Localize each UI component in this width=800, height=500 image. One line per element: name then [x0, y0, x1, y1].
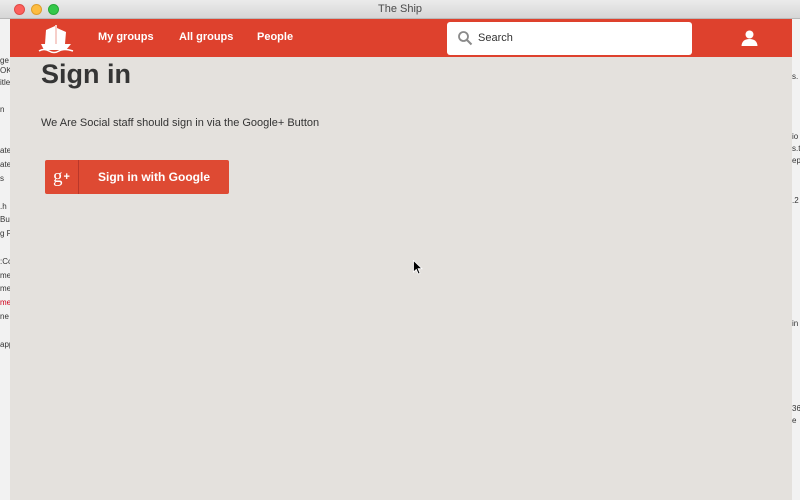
user-profile-icon[interactable]: [741, 30, 758, 46]
search-box[interactable]: [447, 22, 692, 55]
search-icon: [458, 31, 473, 46]
nav-people[interactable]: People: [257, 31, 293, 43]
bg-text: n: [0, 105, 5, 114]
bg-text: ne: [0, 312, 9, 321]
google-plus-sign: +: [63, 171, 70, 183]
bg-text: ge: [0, 56, 9, 65]
bg-text: s: [0, 174, 4, 183]
bg-text: s.: [792, 72, 799, 81]
bg-text: 36: [792, 404, 800, 413]
search-input[interactable]: [478, 30, 678, 46]
nav-all-groups[interactable]: All groups: [179, 31, 233, 43]
ship-logo-icon[interactable]: [38, 24, 74, 54]
google-plus-letter: g: [53, 166, 63, 187]
bg-text: .2: [792, 196, 799, 205]
bg-text: e: [792, 416, 797, 425]
window-title: The Ship: [377, 3, 423, 15]
bg-text: in: [792, 319, 799, 328]
sign-in-with-google-label: Sign in with Google: [98, 170, 210, 184]
app-window: My groups All groups People Sign in We A…: [10, 19, 792, 500]
bg-text: ep: [792, 156, 800, 165]
sign-in-with-google-button[interactable]: g + Sign in with Google: [45, 160, 229, 194]
background-app-right: s. io s.t ep .2 in 36 e: [791, 19, 800, 500]
bg-text: .h: [0, 202, 7, 211]
google-plus-icon: g +: [45, 160, 79, 194]
bg-text: itle: [0, 78, 11, 87]
page-title: Sign in: [41, 59, 131, 89]
bg-text: s.t: [792, 144, 800, 153]
window-titlebar: The Ship: [0, 0, 800, 19]
top-navbar: My groups All groups People: [10, 19, 792, 57]
mouse-pointer-icon: [413, 260, 423, 275]
nav-my-groups[interactable]: My groups: [98, 31, 154, 43]
bg-text: io: [792, 132, 799, 141]
sign-in-instructions: We Are Social staff should sign in via t…: [41, 117, 320, 129]
